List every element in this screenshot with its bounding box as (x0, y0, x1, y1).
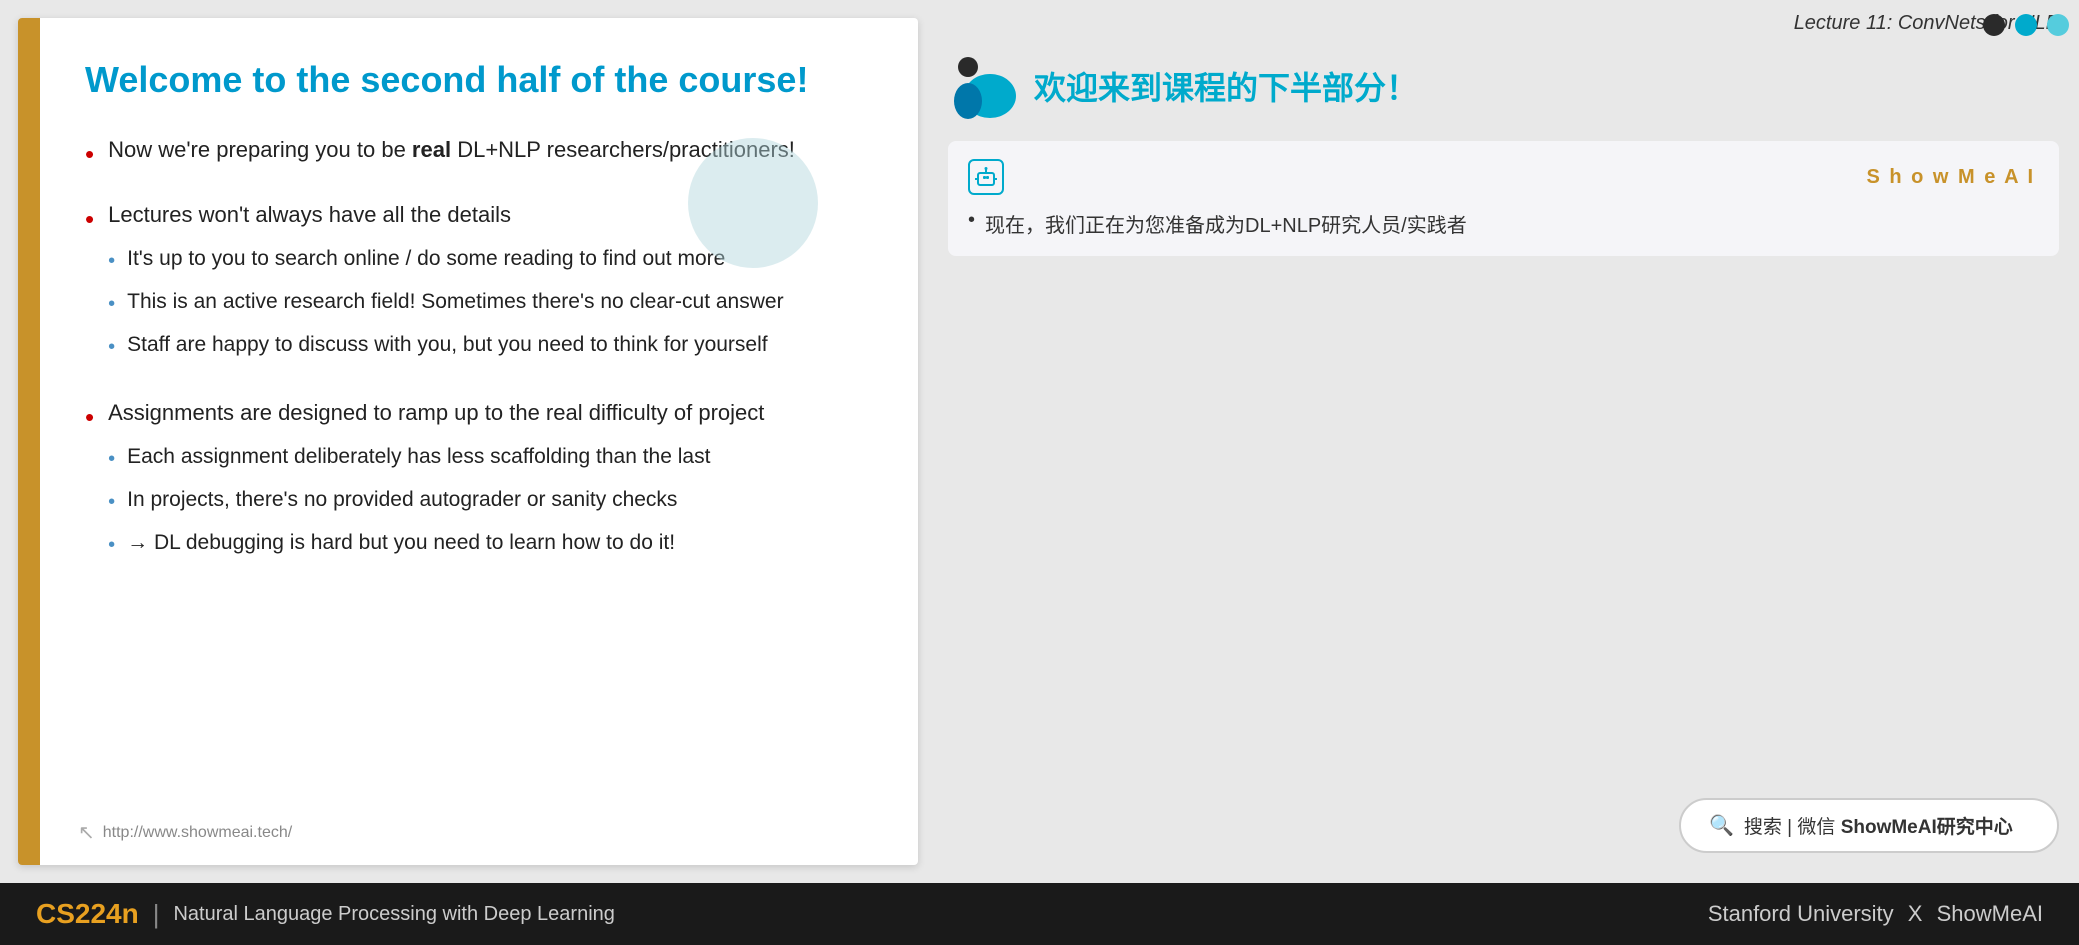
showmeai-bottom-brand: ShowMeAI (1937, 901, 2043, 926)
chinese-title: 欢迎来到课程的下半部分！ (1034, 63, 1418, 109)
search-bar: 🔍 搜索 | 微信 ShowMeAI研究中心 (948, 798, 2059, 863)
slide-accent-bar (18, 18, 40, 865)
divider: | (153, 899, 160, 930)
robot-icon (968, 159, 1004, 195)
showmeai-logo (948, 51, 1018, 121)
sub-bullet-2-2: • This is an active research field! Some… (108, 286, 868, 319)
dot-teal (2015, 14, 2037, 36)
translation-box-header: S h o w M e A I (968, 159, 2035, 195)
lecture-title: Lecture 11: ConvNets for NLP (948, 0, 2059, 43)
translation-text: • 现在，我们正在为您准备成为DL+NLP研究人员/实践者 (968, 209, 2035, 238)
dot-teal-light (2047, 14, 2069, 36)
showmeai-brand: S h o w M e A I (1866, 166, 2035, 189)
bullet-item-3: • Assignments are designed to ramp up to… (85, 396, 868, 570)
bottom-bar: CS224n | Natural Language Processing wit… (0, 883, 2079, 945)
cursor-icon: ↖ (78, 820, 95, 845)
stanford-text: Stanford University (1708, 901, 1894, 926)
right-panel: Lecture 11: ConvNets for NLP 欢迎来到课程的下半部分… (918, 0, 2079, 883)
circle-decoration (688, 138, 818, 268)
translation-box: S h o w M e A I • 现在，我们正在为您准备成为DL+NLP研究人… (948, 141, 2059, 256)
sub-list-3: • Each assignment deliberately has less … (108, 441, 868, 560)
bullet-dot-2: • (85, 200, 94, 239)
bottom-left: CS224n | Natural Language Processing wit… (36, 898, 615, 930)
slide-title: Welcome to the second half of the course… (85, 58, 868, 101)
search-icon: 🔍 (1709, 813, 1734, 838)
search-box[interactable]: 🔍 搜索 | 微信 ShowMeAI研究中心 (1679, 798, 2059, 853)
bullet-dot-1: • (85, 135, 94, 174)
bottom-right: Stanford University X ShowMeAI (1708, 901, 2043, 927)
sub-bullet-3-3: • → DL debugging is hard but you need to… (108, 527, 868, 560)
bullet-text-3: Assignments are designed to ramp up to t… (108, 396, 868, 570)
chinese-header: 欢迎来到课程的下半部分！ (948, 51, 2059, 121)
translated-content: 现在，我们正在为您准备成为DL+NLP研究人员/实践者 (985, 209, 1467, 238)
course-code: CS224n (36, 898, 139, 930)
slide-panel: Welcome to the second half of the course… (18, 18, 918, 865)
sub-bullet-3-1: • Each assignment deliberately has less … (108, 441, 868, 474)
slide-url: ↖ http://www.showmeai.tech/ (78, 820, 292, 845)
top-dots (1983, 14, 2069, 36)
x-separator: X (1908, 901, 1923, 926)
dot-dark (1983, 14, 2005, 36)
search-text: 搜索 | 微信 ShowMeAI研究中心 (1744, 812, 2013, 839)
sub-bullet-2-3: • Staff are happy to discuss with you, b… (108, 329, 868, 362)
course-subtitle: Natural Language Processing with Deep Le… (173, 903, 614, 926)
bullet-dot-3: • (85, 398, 94, 437)
sub-bullet-3-2: • In projects, there's no provided autog… (108, 484, 868, 517)
